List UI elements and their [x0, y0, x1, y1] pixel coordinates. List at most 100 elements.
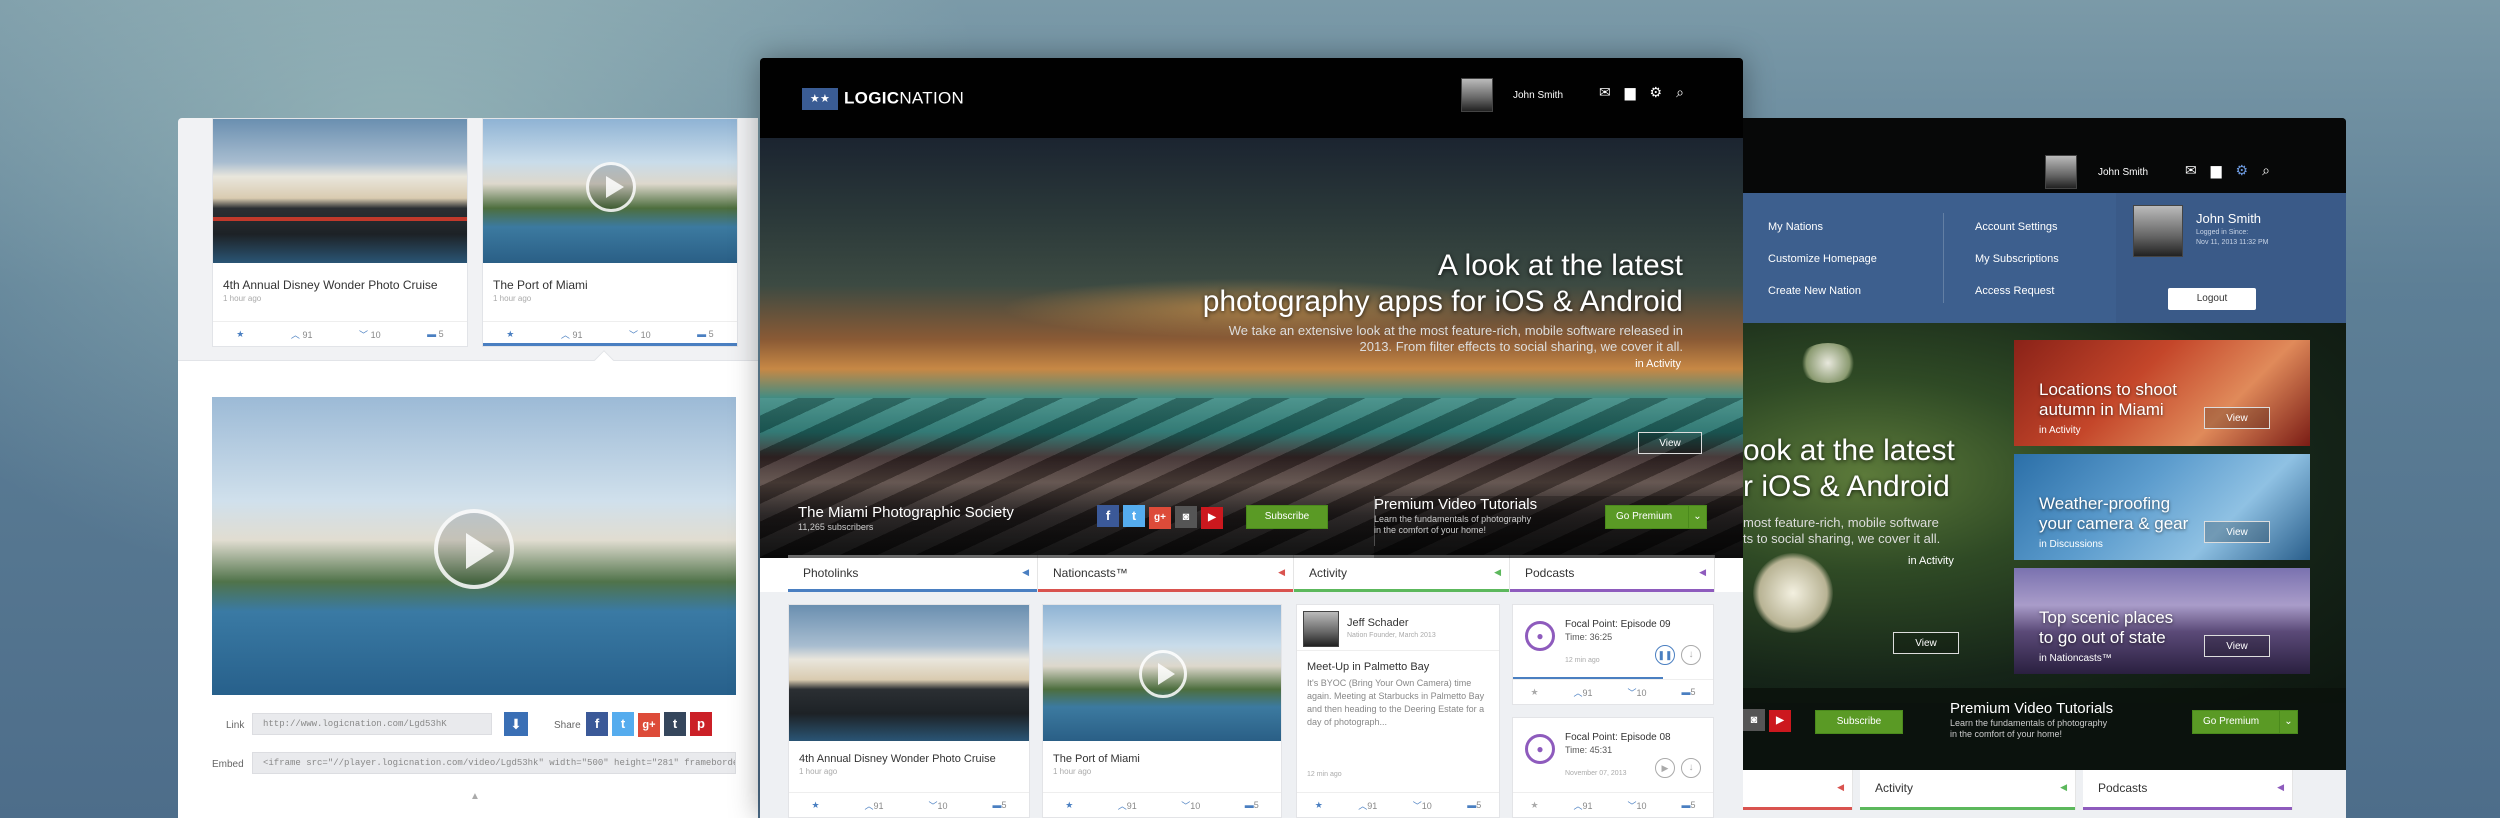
star-icon[interactable]: ★ — [811, 800, 819, 811]
downvote-button[interactable]: ﹀ 10 — [629, 328, 651, 341]
star-icon[interactable]: ★ — [1530, 687, 1538, 698]
embed-field[interactable]: <iframe src="//player.logicnation.com/vi… — [252, 752, 736, 774]
tab-photolinks[interactable]: Photolinks ◀ — [788, 555, 1038, 592]
upvote-button[interactable]: ︿91 — [865, 799, 884, 812]
downvote-button[interactable]: ﹀10 — [1627, 799, 1646, 812]
menu-item-create-nation[interactable]: Create New Nation — [1768, 285, 1861, 297]
upvote-button[interactable]: ︿91 — [1358, 799, 1377, 812]
thumb-title[interactable]: Top scenic places to go out of state — [2039, 608, 2173, 648]
chat-icon[interactable]: ▆ — [2211, 162, 2222, 179]
thumb-card[interactable]: Weather-proofing your camera & gear in Di… — [2014, 454, 2310, 560]
twitter-icon[interactable]: t — [612, 712, 634, 736]
comments-button[interactable]: ▬ 5 — [427, 329, 444, 339]
search-icon[interactable]: ⌕ — [1676, 84, 1684, 101]
hero-category[interactable]: in Activity — [1635, 358, 1681, 370]
comments-button[interactable]: ▬ 5 — [697, 329, 714, 339]
play-icon[interactable]: ▶ — [1655, 758, 1675, 778]
go-premium-button[interactable]: Go Premium ⌄ — [2192, 710, 2298, 734]
photo-card[interactable]: 4th Annual Disney Wonder Photo Cruise 1 … — [788, 604, 1030, 818]
upvote-button[interactable]: ︿ 91 — [291, 328, 313, 341]
card-title[interactable]: The Port of Miami — [483, 263, 737, 294]
avatar[interactable] — [1303, 611, 1339, 647]
podcast-card[interactable]: ● Focal Point: Episode 08 Time: 45:31 No… — [1512, 717, 1714, 818]
comments-button[interactable]: ▬5 — [1245, 800, 1259, 810]
mail-icon[interactable]: ✉ — [2185, 162, 2197, 179]
go-premium-button[interactable]: Go Premium ⌄ — [1605, 505, 1707, 529]
tab-nationcasts[interactable]: ◀ — [1743, 770, 1853, 810]
downvote-button[interactable]: ﹀ 10 — [359, 328, 381, 341]
star-icon[interactable]: ★ — [236, 329, 244, 340]
instagram-icon[interactable]: ◙ — [1743, 709, 1765, 731]
youtube-icon[interactable]: ▶ — [1201, 507, 1223, 529]
hero-headline[interactable]: ook at the latest r iOS & Android — [1743, 433, 1955, 505]
tab-podcasts[interactable]: Podcasts ◀ — [1510, 555, 1715, 592]
activity-author[interactable]: Jeff Schader — [1347, 617, 1409, 629]
view-button[interactable]: View — [1893, 632, 1959, 654]
download-icon[interactable]: ↓ — [1681, 645, 1701, 665]
play-icon[interactable] — [1139, 650, 1187, 698]
play-icon[interactable] — [434, 509, 514, 589]
downvote-button[interactable]: ﹀10 — [928, 799, 947, 812]
menu-item-my-nations[interactable]: My Nations — [1768, 221, 1823, 233]
view-button[interactable]: View — [1638, 432, 1702, 454]
card-title[interactable]: The Port of Miami — [1043, 741, 1281, 767]
user-name[interactable]: John Smith — [2098, 167, 2148, 178]
mail-icon[interactable]: ✉ — [1599, 84, 1611, 101]
tab-nationcasts[interactable]: Nationcasts™ ◀ — [1038, 555, 1294, 592]
view-button[interactable]: View — [2204, 407, 2270, 429]
comments-button[interactable]: ▬5 — [992, 800, 1006, 810]
google-plus-icon[interactable]: g+ — [1149, 507, 1171, 529]
upvote-button[interactable]: ︿91 — [1574, 686, 1593, 699]
pause-icon[interactable]: ❚❚ — [1655, 645, 1675, 665]
collapse-icon[interactable]: ▲ — [470, 791, 480, 802]
user-name[interactable]: John Smith — [1513, 90, 1563, 101]
card-title[interactable]: 4th Annual Disney Wonder Photo Cruise — [213, 263, 467, 294]
thumb-card[interactable]: Top scenic places to go out of state in N… — [2014, 568, 2310, 674]
subscribe-button[interactable]: Subscribe — [1815, 710, 1903, 734]
upvote-button[interactable]: ︿91 — [1118, 799, 1137, 812]
subscribe-button[interactable]: Subscribe — [1246, 505, 1328, 529]
podcast-icon[interactable]: ● — [1525, 621, 1555, 651]
youtube-icon[interactable]: ▶ — [1769, 710, 1791, 732]
facebook-icon[interactable]: f — [1097, 505, 1119, 527]
podcast-title[interactable]: Focal Point: Episode 08 — [1565, 732, 1671, 743]
premium-title[interactable]: Premium Video Tutorials — [1374, 496, 1537, 513]
logo[interactable]: ★★ LOGICNATION — [802, 88, 964, 110]
hero-headline[interactable]: A look at the latest photography apps fo… — [1203, 248, 1683, 320]
avatar[interactable] — [2045, 155, 2077, 189]
play-icon[interactable] — [586, 162, 636, 212]
podcast-card[interactable]: ● Focal Point: Episode 09 Time: 36:25 12… — [1512, 604, 1714, 705]
video-card[interactable]: The Port of Miami 1 hour ago ★ ︿ 91 ﹀ 10… — [482, 118, 738, 347]
tab-activity[interactable]: Activity ◀ — [1294, 555, 1510, 592]
menu-item-access-request[interactable]: Access Request — [1975, 285, 2054, 297]
tab-activity[interactable]: Activity ◀ — [1860, 770, 2076, 810]
star-icon[interactable]: ★ — [1315, 800, 1323, 811]
menu-item-account-settings[interactable]: Account Settings — [1975, 221, 2058, 233]
star-icon[interactable]: ★ — [1530, 800, 1538, 811]
tab-podcasts[interactable]: Podcasts ◀ — [2083, 770, 2293, 810]
upvote-button[interactable]: ︿91 — [1574, 799, 1593, 812]
downvote-button[interactable]: ﹀10 — [1413, 799, 1432, 812]
premium-title[interactable]: Premium Video Tutorials — [1950, 700, 2113, 717]
pinterest-icon[interactable]: p — [690, 712, 712, 736]
facebook-icon[interactable]: f — [586, 712, 608, 736]
comments-button[interactable]: ▬5 — [1681, 800, 1695, 810]
search-icon[interactable]: ⌕ — [2262, 162, 2270, 179]
download-button[interactable]: ⬇ — [504, 712, 528, 736]
view-button[interactable]: View — [2204, 521, 2270, 543]
podcast-icon[interactable]: ● — [1525, 734, 1555, 764]
podcast-title[interactable]: Focal Point: Episode 09 — [1565, 619, 1671, 630]
hero-category[interactable]: in Activity — [1908, 555, 1954, 567]
tumblr-icon[interactable]: t — [664, 712, 686, 736]
download-icon[interactable]: ↓ — [1681, 758, 1701, 778]
activity-title[interactable]: Meet-Up in Palmetto Bay — [1297, 651, 1499, 677]
activity-card[interactable]: Jeff Schader Nation Founder, March 2013 … — [1296, 604, 1500, 818]
instagram-icon[interactable]: ◙ — [1175, 506, 1197, 528]
comments-button[interactable]: ▬5 — [1467, 800, 1481, 810]
downvote-button[interactable]: ﹀10 — [1181, 799, 1200, 812]
logout-button[interactable]: Logout — [2168, 288, 2256, 310]
video-player[interactable] — [212, 397, 736, 695]
gear-icon[interactable]: ⚙ — [2236, 162, 2249, 179]
twitter-icon[interactable]: t — [1123, 505, 1145, 527]
comments-button[interactable]: ▬5 — [1681, 687, 1695, 697]
